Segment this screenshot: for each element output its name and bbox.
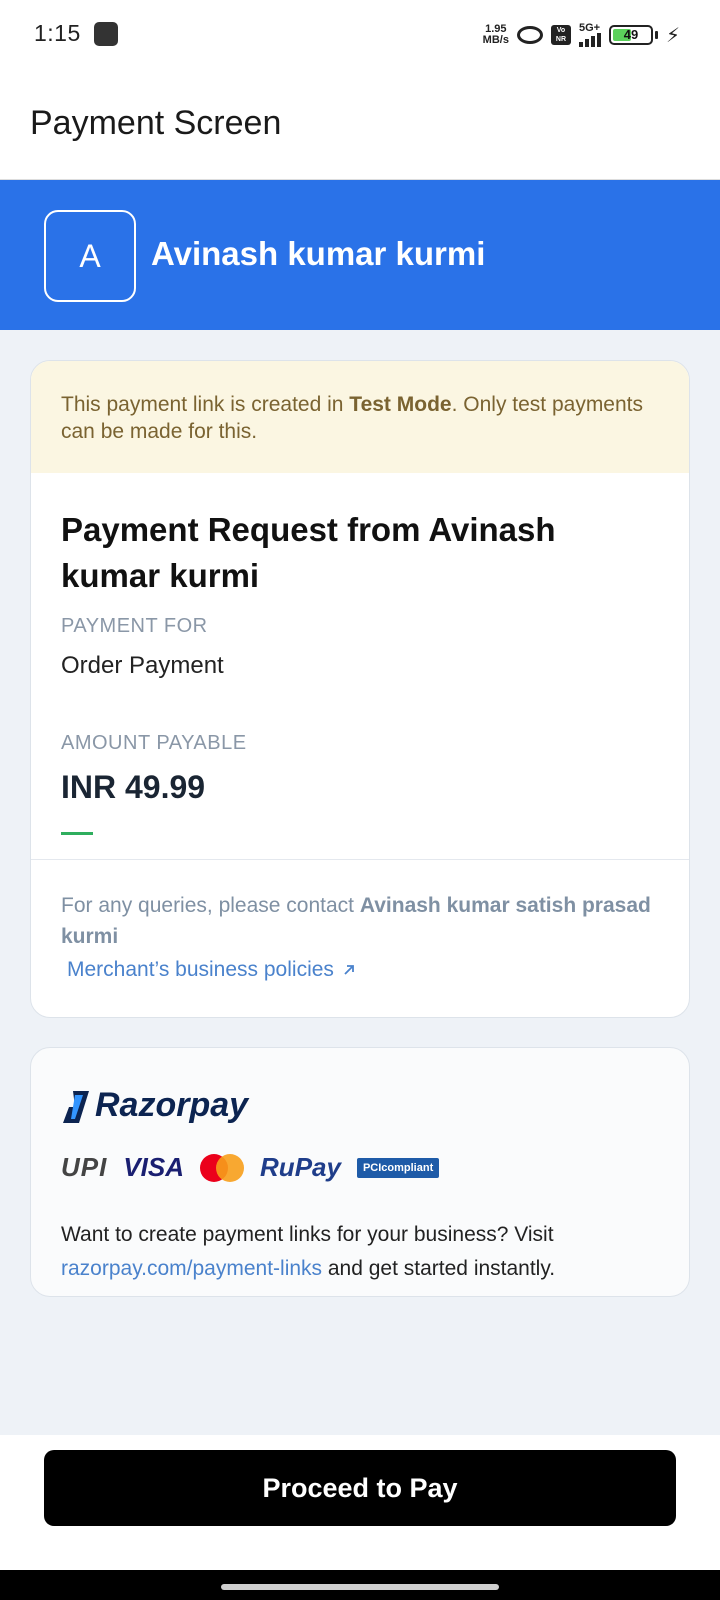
- razorpay-logo-text: Razorpay: [95, 1086, 249, 1124]
- pci-compliant-badge: PCIcompliant: [356, 1157, 440, 1178]
- upi-logo: UPI: [61, 1152, 108, 1182]
- bottom-bar: Proceed to Pay: [0, 1435, 720, 1570]
- battery-level: 49: [623, 27, 639, 42]
- content-area[interactable]: A Avinash kumar kurmi This payment link …: [0, 180, 720, 1435]
- status-bar: 1:15 1.95 MB/s Vo NR 5G+ 49 ⚡︎: [0, 0, 720, 70]
- contact-text: For any queries, please contact: [61, 894, 360, 917]
- hotspot-icon: [516, 26, 543, 44]
- razorpay-card: Razorpay UPI VISA RuPay PCIcompliant Wan…: [30, 1047, 690, 1297]
- home-indicator[interactable]: [221, 1584, 499, 1590]
- battery-icon: 49: [608, 25, 653, 45]
- battery-cap: [654, 31, 658, 39]
- promo-text: Want to create payment links for your bu…: [61, 1223, 554, 1246]
- app-bar: Payment Screen: [0, 70, 720, 180]
- request-details: Payment Request from Avinash kumar kurmi…: [31, 473, 689, 859]
- contact-section: For any queries, please contact Avinash …: [31, 860, 689, 1015]
- merchant-header: A Avinash kumar kurmi: [0, 180, 720, 330]
- payment-for-value: Order Payment: [61, 652, 224, 679]
- payment-methods: UPI VISA RuPay PCIcompliant: [61, 1152, 440, 1183]
- payment-request-card: This payment link is created in Test Mod…: [30, 360, 690, 1018]
- merchant-name: Avinash kumar kurmi: [151, 235, 486, 272]
- request-title: Payment Request from Avinash kumar kurmi: [61, 511, 556, 594]
- avatar: A: [44, 210, 136, 302]
- visa-logo: VISA: [123, 1152, 185, 1182]
- promo-text-after: and get started instantly.: [322, 1257, 556, 1280]
- test-mode-banner: This payment link is created in Test Mod…: [31, 361, 689, 473]
- rupay-logo: RuPay: [260, 1152, 341, 1182]
- signal-icon: 5G+: [578, 22, 601, 47]
- payment-links-link[interactable]: razorpay.com/payment-links: [61, 1257, 322, 1280]
- external-link-icon: [344, 964, 354, 975]
- merchant-policies-link[interactable]: Merchant’s business policies: [61, 954, 659, 985]
- charging-bolt-icon: ⚡︎: [665, 24, 680, 47]
- proceed-to-pay-button[interactable]: Proceed to Pay: [44, 1450, 676, 1526]
- razorpay-logo: Razorpay: [61, 1086, 248, 1125]
- app-notification-icon: [94, 22, 118, 46]
- navigation-bar: [0, 1570, 720, 1600]
- status-time: 1:15: [34, 20, 81, 46]
- razorpay-promo: Want to create payment links for your bu…: [61, 1218, 661, 1286]
- network-speed-unit: MB/s: [482, 34, 509, 46]
- merchant-policies-label: Merchant’s business policies: [67, 958, 334, 981]
- page-title: Payment Screen: [30, 104, 282, 142]
- network-type: 5G+: [578, 22, 601, 34]
- payment-for-label: PAYMENT FOR: [61, 615, 208, 637]
- amount-underline: [61, 832, 93, 835]
- test-banner-text: This payment link is created in: [61, 393, 350, 416]
- amount-label: AMOUNT PAYABLE: [61, 732, 247, 754]
- status-icons: 1.95 MB/s Vo NR 5G+ 49 ⚡︎: [483, 20, 680, 50]
- network-speed: 1.95 MB/s: [483, 24, 509, 46]
- razorpay-logo-icon: [63, 1090, 89, 1123]
- volte-icon: Vo NR: [550, 25, 571, 45]
- test-mode-label: Test Mode: [349, 393, 452, 416]
- mastercard-icon: [200, 1153, 245, 1182]
- amount-value: INR 49.99: [61, 769, 206, 805]
